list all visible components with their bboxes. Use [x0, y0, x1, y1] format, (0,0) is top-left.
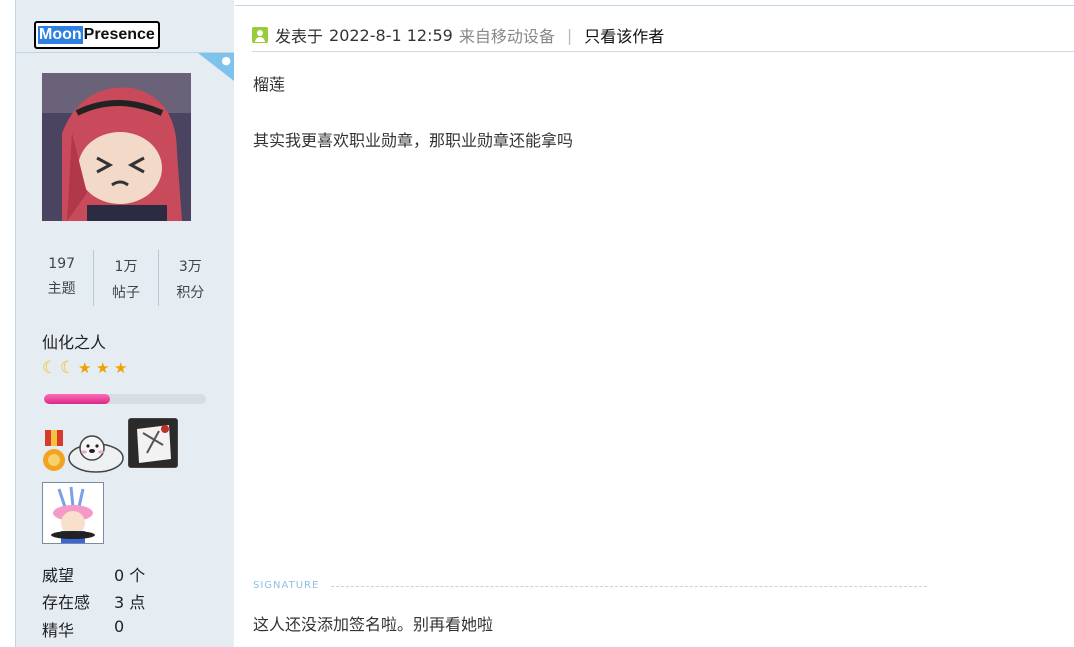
avatar[interactable] [42, 73, 191, 221]
post-header: 发表于 2022-8-1 12:59 来自移动设备 | 只看该作者 [252, 23, 664, 47]
stat-label: 积分 [176, 285, 205, 301]
star-icon: ★ [78, 359, 92, 377]
stat-threads[interactable]: 197 主题 [30, 250, 93, 306]
author-sidebar: Moon Presence ● 197 主题 1万 帖子 3万 积分 仙化之人 … [16, 0, 234, 647]
apple-icon: ● [221, 54, 231, 67]
stat-value: 197 [48, 256, 76, 272]
online-user-icon [252, 27, 268, 43]
info-value: 3 点 [114, 593, 146, 612]
info-row-digest: 精华 0 [42, 617, 124, 641]
star-icon: ★ [114, 359, 128, 377]
info-key: 威望 [42, 566, 75, 585]
info-key: 存在感 [42, 593, 91, 612]
info-row-presence: 存在感 3 点 [42, 589, 145, 613]
info-row-prestige: 威望 0 个 [42, 562, 145, 586]
stat-posts[interactable]: 1万 帖子 [93, 250, 157, 306]
info-value: 0 [114, 617, 125, 636]
stat-value: 1万 [114, 259, 138, 275]
signature-divider [331, 586, 927, 587]
mage-medal-icon[interactable] [42, 482, 104, 544]
level-progress-bar [44, 394, 206, 404]
signature-text: 这人还没添加签名啦。别再看她啦 [253, 615, 494, 634]
post-datetime: 2022-8-1 12:59 [329, 25, 453, 45]
scroll-medal-icon[interactable] [128, 418, 178, 468]
frame-border-top [235, 5, 1074, 6]
seal-medal-icon[interactable] [66, 432, 124, 474]
rank-icons: ☾ ☾ ★ ★ ★ [42, 358, 130, 378]
post-body-line: 榴莲 [253, 75, 286, 94]
stat-label: 帖子 [111, 285, 140, 301]
level-progress-fill [44, 394, 111, 404]
posted-prefix: 发表于 [275, 27, 324, 46]
username-part-2: Presence [83, 26, 155, 43]
author-stats: 197 主题 1万 帖子 3万 积分 [30, 250, 222, 306]
stat-points[interactable]: 3万 积分 [157, 250, 222, 306]
stat-label: 主题 [47, 281, 76, 297]
info-value: 0 个 [114, 566, 146, 585]
ribbon-medal-icon[interactable] [42, 430, 66, 474]
moon-icon: ☾ [60, 358, 76, 378]
signature-label: SIGNATURE [253, 580, 320, 591]
post-source: 来自移动设备 [458, 27, 555, 46]
post-header-divider [252, 51, 1074, 52]
info-key: 精华 [42, 621, 75, 640]
author-username-link[interactable]: Moon Presence [34, 21, 160, 49]
stat-value: 3万 [178, 259, 202, 275]
post-body-line: 其实我更喜欢职业勋章，那职业勋章还能拿吗 [253, 131, 574, 150]
header-separator: | [566, 25, 573, 45]
only-author-link[interactable]: 只看该作者 [584, 23, 664, 47]
moon-icon: ☾ [42, 358, 58, 378]
username-part-1: Moon [38, 26, 83, 44]
rank-title[interactable]: 仙化之人 [42, 329, 106, 353]
star-icon: ★ [96, 359, 110, 377]
